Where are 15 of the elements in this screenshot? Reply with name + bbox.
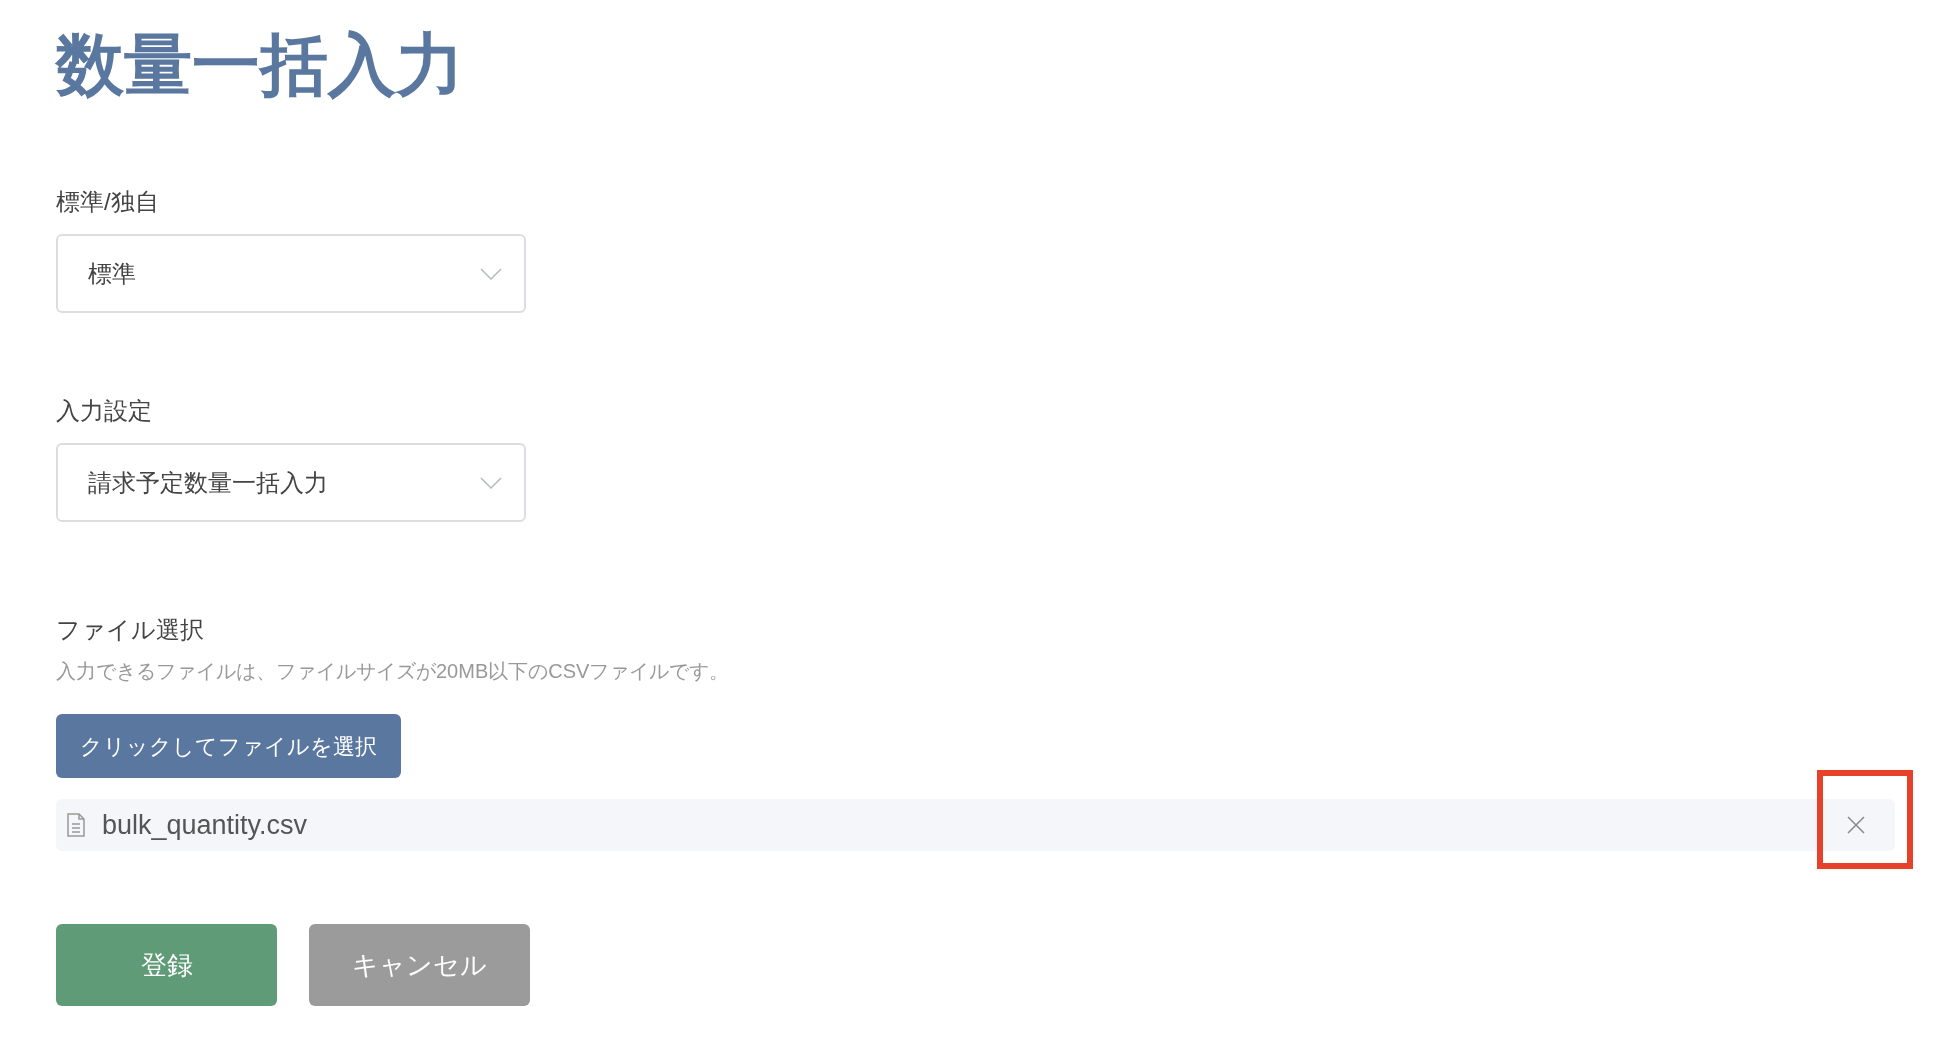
close-button[interactable] xyxy=(1845,814,1867,836)
cancel-button[interactable]: キャンセル xyxy=(309,924,530,1006)
document-icon xyxy=(66,813,86,837)
chevron-down-icon xyxy=(480,476,502,489)
field-label: ファイル選択 xyxy=(56,615,204,645)
help-text: 入力できるファイルは、ファイルサイズが20MB以下のCSVファイルです。 xyxy=(56,659,730,684)
select-field[interactable]: 標準 xyxy=(56,234,526,313)
chevron-down-icon xyxy=(480,267,502,280)
page-title: 数量一括入力 xyxy=(56,25,465,104)
field-label: 標準/独自 xyxy=(56,187,159,217)
file-name: bulk_quantity.csv xyxy=(102,808,308,842)
select-field[interactable]: 請求予定数量一括入力 xyxy=(56,443,526,522)
field-label: 入力設定 xyxy=(56,396,152,426)
register-button[interactable]: 登録 xyxy=(56,924,277,1006)
choose-file-button[interactable]: クリックしてファイルを選択 xyxy=(56,714,401,778)
